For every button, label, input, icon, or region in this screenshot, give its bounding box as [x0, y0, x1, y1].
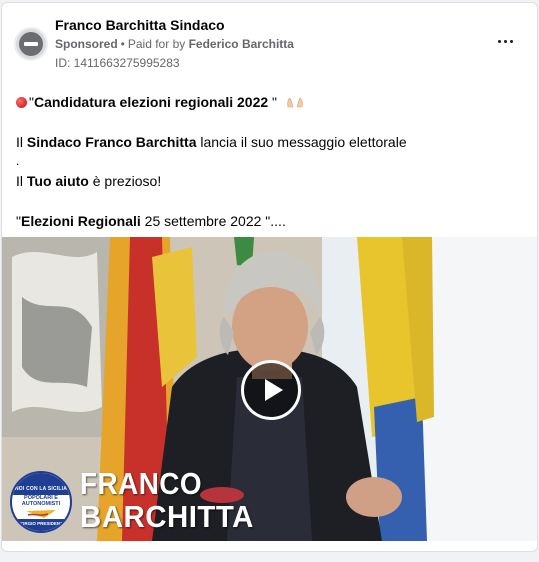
post-line-elections: "Elezioni Regionali 25 settembre 2022 ".…	[16, 213, 286, 229]
overlay-first-name: FRANCO	[80, 466, 203, 501]
post-line-help: Il Tuo aiuto è prezioso!	[16, 173, 162, 189]
restricted-icon	[19, 32, 43, 56]
sicily-map-icon	[26, 510, 56, 518]
open-hands-icon	[287, 97, 303, 108]
party-logo: NOI CON LA SICILIA POPOLARI E AUTONOMIST…	[10, 471, 72, 533]
sponsored-post-card: Franco Barchitta Sindaco Sponsored • Paid …	[1, 2, 538, 552]
post-line-dot: .	[16, 154, 20, 168]
red-circle-icon	[16, 97, 27, 108]
post-title-line: "Candidatura elezioni regionali 2022 "	[16, 93, 304, 112]
page-avatar[interactable]	[14, 27, 48, 61]
play-icon	[264, 379, 283, 401]
post-header: Franco Barchitta Sindaco Sponsored • Paid …	[2, 3, 537, 79]
page-name-link[interactable]: Franco Barchitta Sindaco	[55, 17, 225, 33]
video-player[interactable]: NOI CON LA SICILIA POPOLARI E AUTONOMIST…	[2, 237, 537, 541]
sponsored-label: Sponsored	[55, 37, 118, 51]
logo-bottom-text: GIORGIO PRESIDENTE	[16, 521, 66, 526]
more-options-button[interactable]	[495, 33, 515, 49]
sponsored-line: Sponsored • Paid for by Federico Barchitta	[55, 37, 294, 51]
paid-for-prefix: Paid for by	[127, 37, 186, 51]
candidate-name-overlay: FRANCO BARCHITTA	[80, 467, 263, 533]
separator-dot: •	[120, 37, 125, 51]
logo-middle-line2: AUTONOMISTI	[21, 501, 61, 507]
logo-top-text: NOI CON LA SICILIA	[14, 486, 68, 492]
more-horizontal-icon	[497, 39, 501, 43]
payer-name: Federico Barchitta	[188, 37, 294, 51]
play-button[interactable]	[241, 360, 301, 420]
post-title-bold: Candidatura elezioni regionali 2022	[33, 94, 269, 110]
overlay-last-name: BARCHITTA	[80, 499, 254, 534]
post-line-mayor: Il Sindaco Franco Barchitta lancia il su…	[16, 134, 407, 150]
ad-id: ID: 1411663275995283	[55, 56, 180, 70]
